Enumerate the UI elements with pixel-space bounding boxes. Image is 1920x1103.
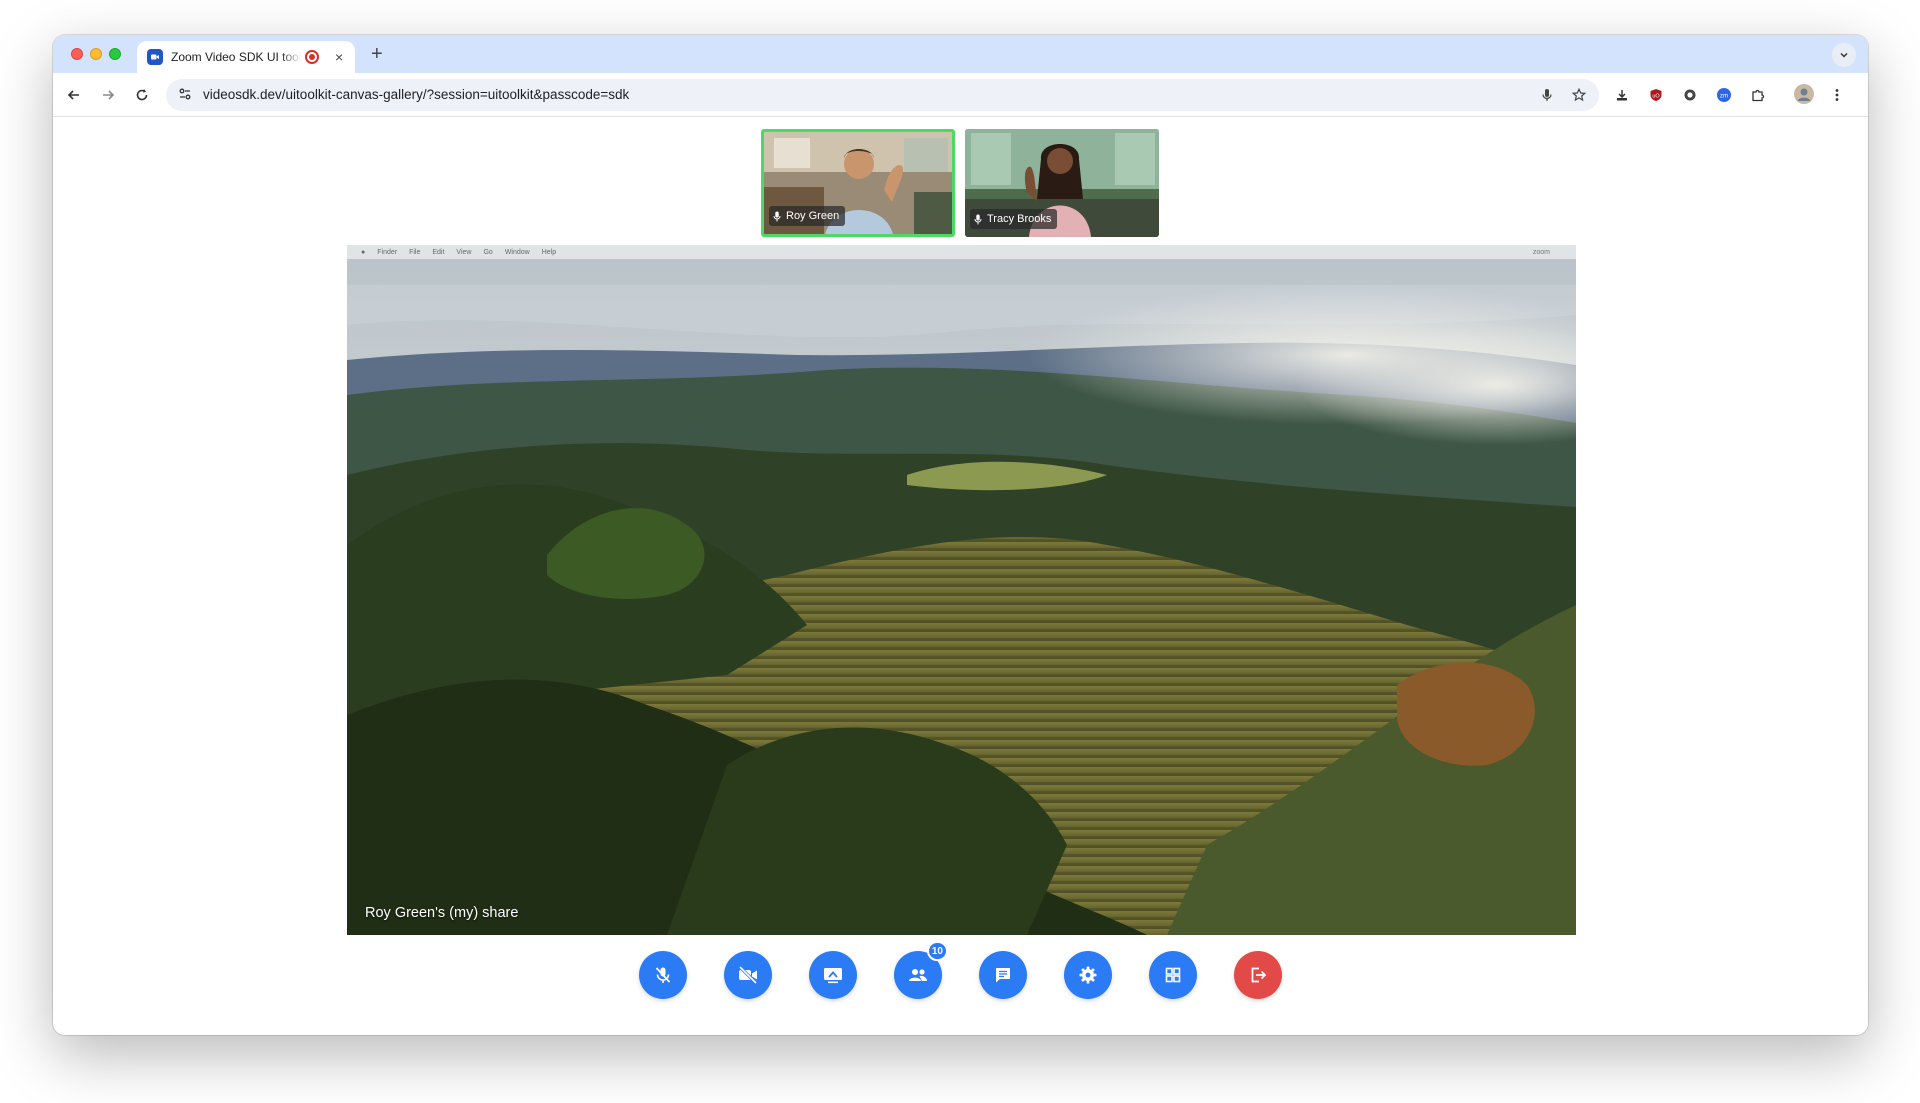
menubar-item: Help bbox=[541, 248, 557, 256]
screen-share-icon bbox=[824, 968, 842, 984]
video-off-icon bbox=[738, 965, 758, 985]
chat-icon bbox=[996, 968, 1010, 983]
menubar-item: File bbox=[409, 248, 421, 256]
participant-name: Tracy Brooks bbox=[987, 213, 1052, 225]
participant-name-tag: Roy Green bbox=[769, 206, 846, 226]
avatar[interactable] bbox=[1794, 84, 1814, 104]
chat-button[interactable] bbox=[979, 951, 1027, 999]
site-settings-icon[interactable] bbox=[178, 87, 192, 106]
tab-close-button[interactable]: × bbox=[331, 49, 347, 65]
apple-icon: ● bbox=[361, 248, 366, 256]
menubar-item: View bbox=[456, 248, 472, 256]
stop-video-button[interactable] bbox=[724, 951, 772, 999]
download-icon[interactable] bbox=[1614, 87, 1630, 103]
gear-icon bbox=[1079, 966, 1097, 984]
microphone-icon bbox=[773, 211, 781, 221]
participant-count-badge: 10 bbox=[926, 941, 948, 961]
leave-button[interactable] bbox=[1234, 951, 1282, 999]
shared-screen[interactable]: ● Finder File Edit View Go Window Help z… bbox=[347, 245, 1576, 935]
forward-button[interactable] bbox=[98, 85, 118, 105]
maximize-window-button[interactable] bbox=[109, 48, 121, 60]
tab-title: Zoom Video SDK UI toolkit bbox=[171, 50, 302, 64]
menubar-item: Window bbox=[504, 248, 530, 256]
microphone-icon bbox=[974, 214, 982, 224]
page-content: Roy Green Tracy Brooks ● Finder File Edi… bbox=[53, 117, 1868, 1035]
arrow-left-icon bbox=[67, 90, 79, 100]
close-window-button[interactable] bbox=[71, 48, 83, 60]
video-tile-tracy-brooks[interactable]: Tracy Brooks bbox=[965, 129, 1159, 237]
back-button[interactable] bbox=[64, 85, 84, 105]
chevron-down-icon bbox=[1840, 52, 1848, 58]
mic-off-icon bbox=[655, 967, 671, 983]
svg-text:zm: zm bbox=[1720, 94, 1728, 100]
zoom-icon bbox=[147, 49, 163, 65]
participant-name-tag: Tracy Brooks bbox=[970, 209, 1058, 229]
zoom-extension-icon[interactable]: zm bbox=[1716, 87, 1732, 103]
record-icon bbox=[305, 50, 320, 64]
share-caption: Roy Green's (my) share bbox=[365, 905, 519, 921]
ublock-icon[interactable]: uO bbox=[1648, 87, 1664, 103]
grid-icon bbox=[1165, 967, 1181, 983]
menubar-status: zoom bbox=[1532, 248, 1550, 256]
tab-strip: Zoom Video SDK UI toolkit × + bbox=[53, 35, 1868, 73]
participant-name: Roy Green bbox=[786, 210, 840, 222]
video-tile-roy-green[interactable]: Roy Green bbox=[761, 129, 955, 237]
tab-search-button[interactable] bbox=[1832, 43, 1856, 67]
more-menu-icon[interactable] bbox=[1829, 87, 1845, 103]
new-tab-button[interactable]: + bbox=[371, 44, 383, 64]
mac-menubar: ● Finder File Edit View Go Window Help z… bbox=[347, 245, 1576, 259]
microphone-icon[interactable] bbox=[1539, 87, 1555, 103]
participants-button[interactable]: 10 bbox=[894, 941, 948, 999]
url-text: videosdk.dev/uitoolkit-canvas-gallery/?s… bbox=[203, 87, 630, 102]
address-bar[interactable]: videosdk.dev/uitoolkit-canvas-gallery/?s… bbox=[166, 79, 1599, 111]
settings-button[interactable] bbox=[1064, 951, 1112, 999]
share-screen-button[interactable] bbox=[809, 951, 857, 999]
puzzle-icon[interactable] bbox=[1750, 87, 1766, 103]
reload-icon bbox=[136, 89, 148, 101]
menubar-item: Edit bbox=[432, 248, 445, 256]
control-bar: 10 bbox=[53, 941, 1868, 999]
reload-button[interactable] bbox=[132, 85, 152, 105]
bookmark-star-icon[interactable] bbox=[1571, 87, 1587, 103]
menubar-item: Finder bbox=[377, 248, 398, 256]
people-icon bbox=[909, 969, 927, 981]
menubar-item: Go bbox=[483, 248, 493, 256]
leave-icon bbox=[1251, 967, 1267, 983]
circle-icon[interactable] bbox=[1682, 87, 1698, 103]
gallery-view-button[interactable] bbox=[1149, 951, 1197, 999]
shared-screen-image bbox=[347, 245, 1576, 935]
browser-window: Zoom Video SDK UI toolkit × + videosdk.d… bbox=[53, 35, 1868, 1035]
svg-text:uO: uO bbox=[1652, 93, 1660, 99]
arrow-right-icon bbox=[103, 90, 115, 100]
browser-tab[interactable]: Zoom Video SDK UI toolkit × bbox=[137, 41, 355, 73]
minimize-window-button[interactable] bbox=[90, 48, 102, 60]
mute-button[interactable] bbox=[639, 951, 687, 999]
browser-toolbar: videosdk.dev/uitoolkit-canvas-gallery/?s… bbox=[53, 73, 1868, 117]
